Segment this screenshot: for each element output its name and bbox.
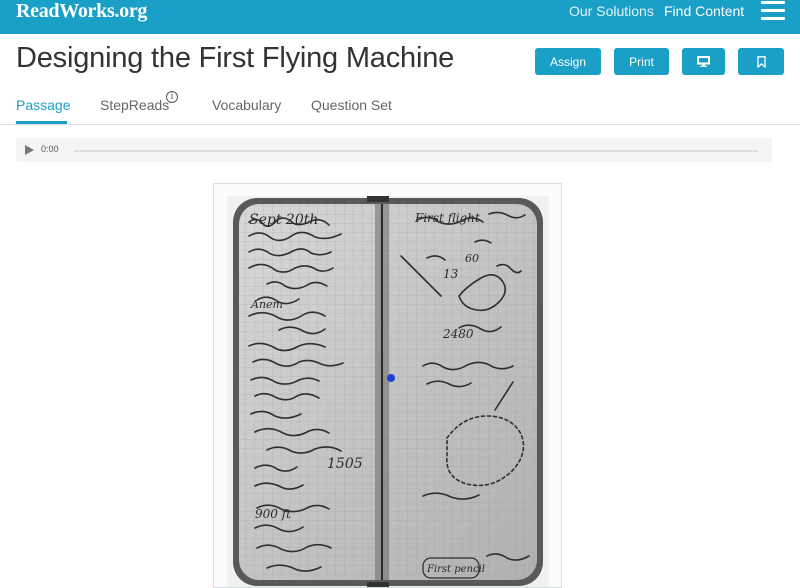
print-button[interactable]: Print [614,48,669,75]
play-icon[interactable] [25,145,34,155]
menu-icon[interactable] [761,1,785,21]
notebook-image: Sept 20th 1505 900 ft First flight 13 60… [227,196,549,587]
monitor-icon [697,56,710,67]
assign-button[interactable]: Assign [535,48,601,75]
svg-text:1505: 1505 [327,456,363,472]
nav-find-content[interactable]: Find Content [664,3,744,19]
present-button[interactable] [682,48,725,75]
page-title: Designing the First Flying Machine [16,42,455,74]
tab-vocabulary[interactable]: Vocabulary [212,97,281,113]
passage-image-frame: Sept 20th 1505 900 ft First flight 13 60… [213,183,562,588]
tab-stepreads[interactable]: StepReads [100,97,169,113]
nav-our-solutions[interactable]: Our Solutions [569,3,654,19]
active-tab-indicator [16,121,67,124]
top-bar: ReadWorks.org Our Solutions Find Content [0,0,800,34]
logo[interactable]: ReadWorks.org [16,0,147,22]
svg-text:First flight: First flight [414,211,480,225]
info-icon[interactable]: i [166,91,178,103]
tab-bar: Passage StepReads Vocabulary Question Se… [0,94,800,125]
audio-time: 0:00 [41,144,59,154]
svg-text:2480: 2480 [442,327,474,341]
svg-text:60: 60 [465,252,479,265]
tab-question-set[interactable]: Question Set [311,97,392,113]
svg-text:900 ft: 900 ft [255,507,291,521]
audio-progress-track[interactable] [74,150,758,152]
tab-passage[interactable]: Passage [16,97,70,113]
svg-text:First pencil: First pencil [426,564,485,575]
svg-text:Anem: Anem [250,298,283,311]
bookmark-icon [756,55,766,68]
svg-text:13: 13 [443,267,459,281]
audio-player: 0:00 [16,138,772,162]
svg-text:Sept 20th: Sept 20th [249,212,318,228]
bookmark-button[interactable] [738,48,784,75]
